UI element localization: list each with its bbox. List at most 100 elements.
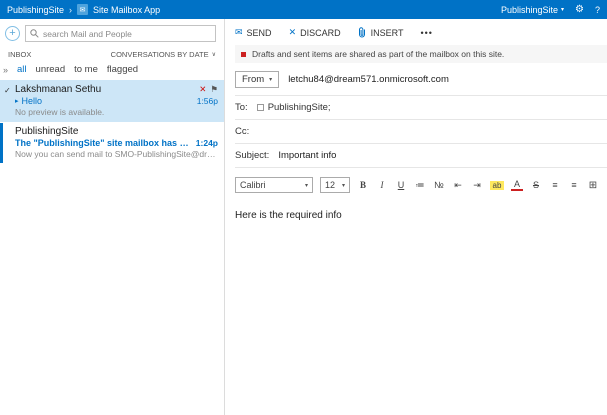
- breadcrumb-chevron-icon: ›: [69, 4, 73, 15]
- message-subject: The "PublishingSite" site mailbox has be…: [15, 138, 193, 148]
- font-family-select[interactable]: Calibri ▾: [235, 177, 313, 193]
- expand-conversation-icon[interactable]: ▸: [15, 97, 19, 105]
- breadcrumb-site[interactable]: PublishingSite: [7, 5, 64, 15]
- discard-button[interactable]: ✕ DISCARD: [289, 27, 341, 38]
- help-icon[interactable]: ?: [595, 5, 600, 15]
- cc-field[interactable]: Cc: +: [235, 120, 607, 144]
- filter-row: » all unread to me flagged: [0, 61, 224, 80]
- sort-dropdown[interactable]: CONVERSATIONS BY DATE ∨: [111, 50, 216, 59]
- discard-label: DISCARD: [300, 27, 341, 38]
- subject-field[interactable]: Subject: Important info: [235, 144, 607, 168]
- message-sender: PublishingSite: [15, 126, 79, 137]
- from-label: From: [242, 74, 265, 85]
- presence-icon: [256, 104, 264, 111]
- flag-icon[interactable]: ⚑: [210, 84, 218, 95]
- top-bar-right: PublishingSite ▾ ⚙ ?: [501, 4, 600, 15]
- app-title: Site Mailbox App: [93, 4, 161, 15]
- filter-unread[interactable]: unread: [36, 64, 66, 75]
- filter-to-me[interactable]: to me: [74, 64, 98, 75]
- gear-icon[interactable]: ⚙: [575, 4, 584, 15]
- list-item[interactable]: ✓ Lakshmanan Sethu ✕ ⚑ ▸ Hello 1:56p No …: [0, 80, 224, 122]
- subject-label: Subject:: [235, 150, 270, 161]
- numbering-button[interactable]: №: [433, 180, 445, 190]
- new-mail-button[interactable]: +: [5, 26, 20, 41]
- from-address: letchu84@dream571.onmicrosoft.com: [288, 74, 449, 85]
- search-row: +: [0, 19, 224, 46]
- cc-label: Cc:: [235, 126, 250, 137]
- chevron-down-icon: ∨: [211, 52, 216, 58]
- alert-dot-icon: [241, 51, 246, 57]
- mailbox-app-icon: ✉: [77, 4, 89, 15]
- from-dropdown[interactable]: From ▾: [235, 71, 280, 88]
- sort-label: CONVERSATIONS BY DATE: [110, 50, 209, 59]
- recipient-name: PublishingSite;: [267, 102, 331, 113]
- unread-indicator: [0, 123, 3, 163]
- send-icon: ✉: [235, 27, 243, 37]
- font-color-button[interactable]: A: [511, 179, 523, 191]
- message-preview: Now you can send mail to SMO-PublishingS…: [15, 149, 218, 159]
- font-size-select[interactable]: 12 ▾: [320, 177, 350, 193]
- envelope-icon: ✉: [79, 6, 86, 14]
- main-content: + INBOX CONVERSATIONS BY DATE ∨ » all un…: [0, 19, 607, 415]
- message-time: 1:24p: [195, 138, 218, 148]
- to-field[interactable]: To: PublishingSite;: [235, 96, 607, 120]
- send-button[interactable]: ✉ SEND: [235, 27, 272, 38]
- message-time: 1:56p: [196, 96, 218, 106]
- align-left-button[interactable]: ≡: [549, 180, 561, 190]
- user-menu-label: PublishingSite: [500, 4, 558, 15]
- chevron-down-icon: ▾: [304, 182, 308, 189]
- message-row-1: PublishingSite: [15, 126, 218, 137]
- message-sender: Lakshmanan Sethu: [15, 84, 102, 95]
- filter-flagged[interactable]: flagged: [107, 64, 138, 75]
- check-icon[interactable]: ✓: [4, 86, 11, 95]
- message-list: ✓ Lakshmanan Sethu ✕ ⚑ ▸ Hello 1:56p No …: [0, 80, 224, 415]
- compose-toolbar: ✉ SEND ✕ DISCARD INSERT •••: [235, 19, 607, 45]
- message-row-1: Lakshmanan Sethu ✕ ⚑: [15, 84, 218, 95]
- strikethrough-button[interactable]: S: [530, 180, 542, 190]
- align-center-button[interactable]: ≡: [568, 180, 580, 190]
- italic-button[interactable]: I: [376, 180, 388, 190]
- message-preview: No preview is available.: [15, 107, 105, 117]
- search-input[interactable]: [43, 28, 211, 39]
- list-item[interactable]: PublishingSite The "PublishingSite" site…: [0, 122, 224, 164]
- insert-label: INSERT: [370, 27, 404, 38]
- mail-list-pane: + INBOX CONVERSATIONS BY DATE ∨ » all un…: [0, 19, 225, 415]
- insert-table-button[interactable]: ⊞: [587, 180, 599, 191]
- underline-button[interactable]: U: [395, 180, 407, 190]
- indent-button[interactable]: ⇥: [471, 180, 483, 191]
- filter-all[interactable]: all: [17, 64, 27, 75]
- bold-button[interactable]: B: [357, 180, 369, 190]
- highlight-button[interactable]: ab: [490, 180, 504, 190]
- site-mailbox-app-window: PublishingSite › ✉ Site Mailbox App Publ…: [0, 0, 607, 415]
- send-label: SEND: [246, 27, 272, 38]
- discard-x-icon: ✕: [288, 27, 297, 37]
- subject-input[interactable]: Important info: [278, 150, 336, 161]
- from-field: From ▾ letchu84@dream571.onmicrosoft.com: [235, 66, 607, 96]
- top-bar: PublishingSite › ✉ Site Mailbox App Publ…: [0, 0, 607, 19]
- notice-text: Drafts and sent items are shared as part…: [252, 49, 505, 59]
- message-subject: Hello: [21, 96, 43, 106]
- message-row-2: The "PublishingSite" site mailbox has be…: [15, 138, 218, 148]
- plus-icon: +: [9, 27, 16, 39]
- user-menu[interactable]: PublishingSite ▾: [501, 5, 564, 15]
- chevron-down-icon: ▾: [341, 182, 345, 189]
- more-commands-button[interactable]: •••: [420, 28, 432, 38]
- delete-icon[interactable]: ✕: [199, 84, 206, 95]
- paperclip-icon: [358, 27, 365, 38]
- breadcrumb: PublishingSite › ✉ Site Mailbox App: [7, 4, 160, 15]
- search-icon: [30, 29, 39, 38]
- search-box[interactable]: [25, 25, 216, 42]
- message-body-editor[interactable]: Here is the required info: [235, 199, 607, 232]
- inbox-header-row: INBOX CONVERSATIONS BY DATE ∨: [0, 46, 224, 61]
- insert-button[interactable]: INSERT: [358, 27, 404, 38]
- recipient-chip[interactable]: PublishingSite;: [256, 102, 331, 113]
- bullets-button[interactable]: ≔: [414, 180, 426, 191]
- chevron-down-icon: ▾: [561, 7, 565, 13]
- inbox-label: INBOX: [8, 50, 32, 59]
- expand-pane-icon[interactable]: »: [3, 65, 8, 75]
- compose-pane: ✉ SEND ✕ DISCARD INSERT ••• Drafts and s…: [225, 19, 607, 415]
- message-row-2: ▸ Hello 1:56p: [15, 96, 218, 106]
- outdent-button[interactable]: ⇤: [452, 180, 464, 191]
- to-label: To:: [235, 102, 248, 113]
- info-bar: Drafts and sent items are shared as part…: [235, 45, 607, 63]
